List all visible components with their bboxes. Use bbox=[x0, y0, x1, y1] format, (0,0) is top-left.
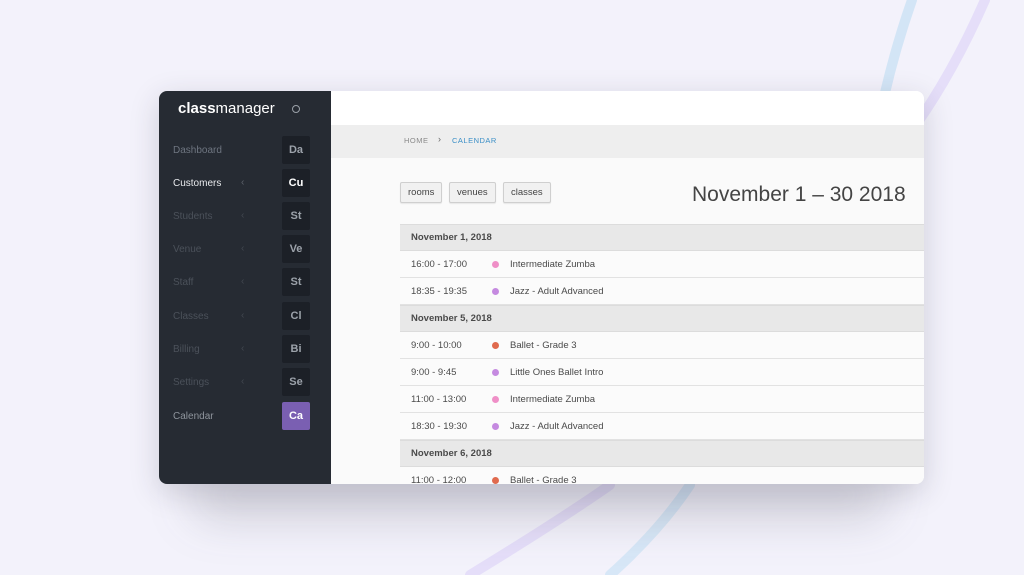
event-color-dot-icon bbox=[492, 423, 499, 430]
list-item[interactable]: 11:00 - 13:00 Intermediate Zumba bbox=[400, 386, 924, 413]
calendar-range-title: November 1 – 30 2018 bbox=[692, 183, 906, 206]
event-color-dot-icon bbox=[492, 288, 499, 295]
event-color-dot-icon bbox=[492, 369, 499, 376]
sidebar-item-staff[interactable]: Staff ‹ St bbox=[159, 268, 331, 298]
sidebar-item-label: Calendar bbox=[173, 411, 214, 422]
sidebar-item-students[interactable]: Students ‹ St bbox=[159, 202, 331, 232]
agenda-list: November 1, 2018 16:00 - 17:00 Intermedi… bbox=[400, 224, 924, 484]
sidebar-item-customers[interactable]: Customers ‹ Cu bbox=[159, 169, 331, 199]
settings-circle-icon[interactable] bbox=[292, 105, 300, 113]
sidebar-item-abbr: St bbox=[282, 268, 310, 296]
list-item[interactable]: 18:35 - 19:35 Jazz - Adult Advanced bbox=[400, 278, 924, 305]
breadcrumb-current: CALENDAR bbox=[452, 136, 497, 145]
event-time: 9:00 - 9:45 bbox=[411, 367, 457, 378]
sidebar-item-settings[interactable]: Settings ‹ Se bbox=[159, 368, 331, 398]
sidebar-item-label: Staff bbox=[173, 277, 194, 288]
event-color-dot-icon bbox=[492, 342, 499, 349]
event-name: Intermediate Zumba bbox=[510, 394, 596, 405]
event-name: Ballet - Grade 3 bbox=[510, 340, 577, 351]
main-content: HOME › CALENDAR rooms venues classes Nov… bbox=[331, 91, 924, 484]
list-item[interactable]: 16:00 - 17:00 Intermediate Zumba bbox=[400, 251, 924, 278]
sidebar-item-abbr: Da bbox=[282, 136, 310, 164]
event-color-dot-icon bbox=[492, 261, 499, 268]
rooms-filter-button[interactable]: rooms bbox=[400, 182, 443, 203]
app-logo[interactable]: classmanager bbox=[178, 100, 275, 117]
breadcrumb-separator-icon: › bbox=[438, 134, 441, 144]
top-bar bbox=[331, 91, 924, 125]
sidebar-item-classes[interactable]: Classes ‹ Cl bbox=[159, 302, 331, 332]
sidebar-item-abbr: Ca bbox=[282, 402, 310, 430]
sidebar-item-label: Billing bbox=[173, 344, 200, 355]
app-window: classmanager Dashboard Da Customers ‹ Cu… bbox=[159, 91, 924, 484]
sidebar-item-venue[interactable]: Venue ‹ Ve bbox=[159, 235, 331, 265]
logo-light: manager bbox=[215, 100, 275, 117]
sidebar-item-label: Classes bbox=[173, 311, 209, 322]
chevron-left-icon: ‹ bbox=[241, 210, 245, 221]
sidebar-item-label: Students bbox=[173, 211, 213, 222]
event-time: 18:30 - 19:30 bbox=[411, 421, 467, 432]
event-color-dot-icon bbox=[492, 396, 499, 403]
sidebar: classmanager Dashboard Da Customers ‹ Cu… bbox=[159, 91, 331, 484]
list-item[interactable]: 18:30 - 19:30 Jazz - Adult Advanced bbox=[400, 413, 924, 440]
event-name: Little Ones Ballet Intro bbox=[510, 367, 604, 378]
event-time: 9:00 - 10:00 bbox=[411, 340, 462, 351]
chevron-left-icon: ‹ bbox=[241, 177, 245, 188]
event-time: 16:00 - 17:00 bbox=[411, 259, 467, 270]
classes-filter-button[interactable]: classes bbox=[503, 182, 551, 203]
sidebar-item-dashboard[interactable]: Dashboard Da bbox=[159, 136, 331, 166]
sidebar-item-billing[interactable]: Billing ‹ Bi bbox=[159, 335, 331, 365]
chevron-left-icon: ‹ bbox=[241, 343, 245, 354]
sidebar-item-abbr: Cl bbox=[282, 302, 310, 330]
sidebar-item-abbr: Se bbox=[282, 368, 310, 396]
date-header: November 6, 2018 bbox=[400, 440, 924, 467]
list-item[interactable]: 9:00 - 9:45 Little Ones Ballet Intro bbox=[400, 359, 924, 386]
venues-filter-button[interactable]: venues bbox=[449, 182, 496, 203]
sidebar-item-abbr: Cu bbox=[282, 169, 310, 197]
breadcrumb-home[interactable]: HOME bbox=[404, 136, 429, 145]
sidebar-item-calendar[interactable]: Calendar Ca bbox=[159, 402, 331, 432]
chevron-left-icon: ‹ bbox=[241, 310, 245, 321]
logo-bold: class bbox=[178, 100, 216, 117]
event-time: 11:00 - 12:00 bbox=[411, 475, 467, 484]
sidebar-item-abbr: Ve bbox=[282, 235, 310, 263]
chevron-left-icon: ‹ bbox=[241, 376, 245, 387]
list-item[interactable]: 9:00 - 10:00 Ballet - Grade 3 bbox=[400, 332, 924, 359]
event-name: Jazz - Adult Advanced bbox=[510, 421, 604, 432]
sidebar-item-label: Settings bbox=[173, 377, 210, 388]
event-name: Intermediate Zumba bbox=[510, 259, 596, 270]
event-name: Jazz - Adult Advanced bbox=[510, 286, 604, 297]
chevron-left-icon: ‹ bbox=[241, 276, 245, 287]
sidebar-item-label: Dashboard bbox=[173, 145, 222, 156]
sidebar-item-abbr: Bi bbox=[282, 335, 310, 363]
sidebar-item-abbr: St bbox=[282, 202, 310, 230]
date-header: November 5, 2018 bbox=[400, 305, 924, 332]
event-time: 11:00 - 13:00 bbox=[411, 394, 467, 405]
sidebar-item-label: Customers bbox=[173, 178, 222, 189]
sidebar-item-label: Venue bbox=[173, 244, 202, 255]
date-header: November 1, 2018 bbox=[400, 224, 924, 251]
list-item[interactable]: 11:00 - 12:00 Ballet - Grade 3 bbox=[400, 467, 924, 484]
event-time: 18:35 - 19:35 bbox=[411, 286, 467, 297]
event-name: Ballet - Grade 3 bbox=[510, 475, 577, 484]
event-color-dot-icon bbox=[492, 477, 499, 484]
chevron-left-icon: ‹ bbox=[241, 243, 245, 254]
